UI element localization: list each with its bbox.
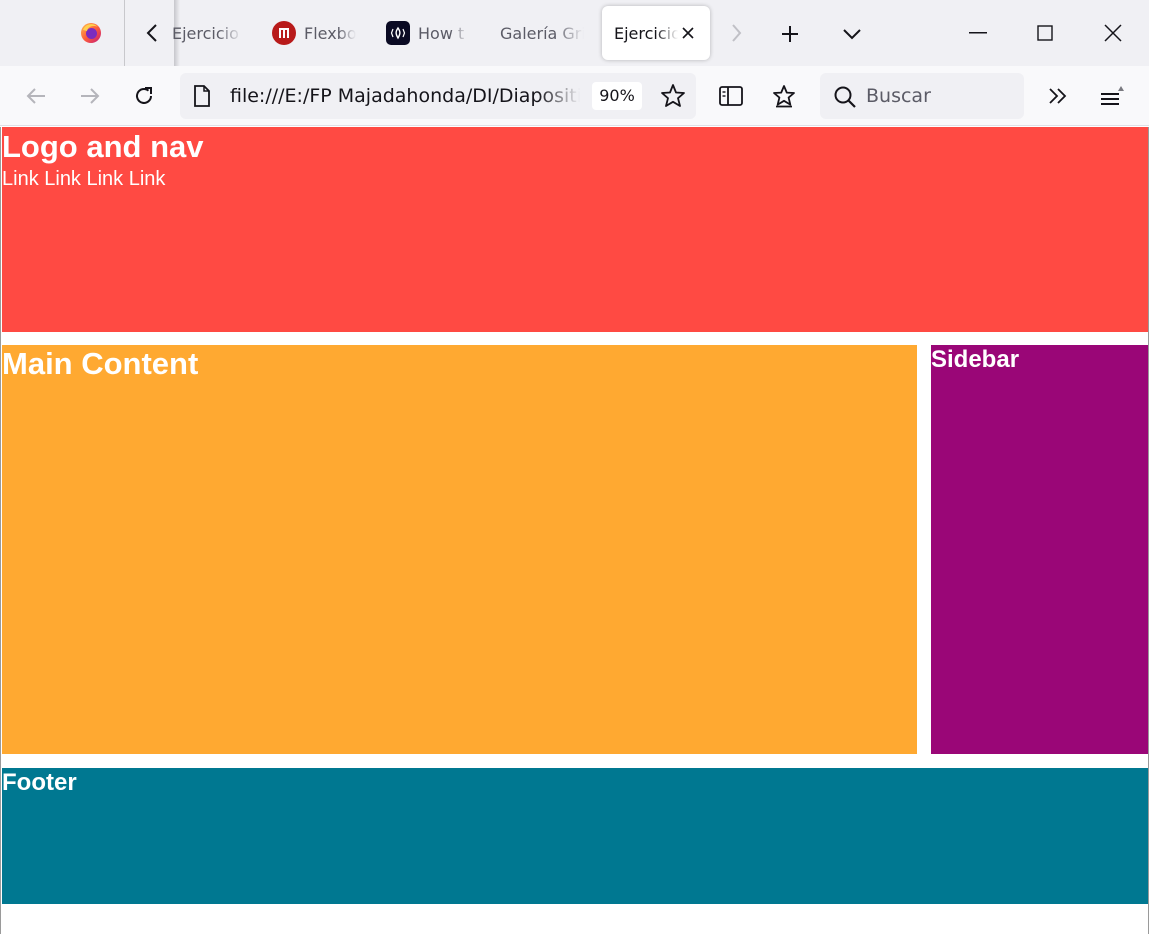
tab-how-to[interactable]: How t [386, 6, 470, 60]
zoom-level-badge[interactable]: 90% [592, 82, 642, 110]
tab-ejercicio-g[interactable]: Ejercicio G [172, 6, 248, 60]
forward-arrow-icon[interactable] [72, 78, 108, 114]
page-document-icon[interactable] [193, 85, 213, 107]
url-bar[interactable]: file:///E:/FP Majadahonda/DI/Diapositiva… [180, 73, 696, 119]
nav-links: Link Link Link Link [2, 168, 166, 190]
tab-label: Galería Gri [500, 23, 584, 43]
reload-icon[interactable] [126, 78, 162, 114]
more-tools-chevrons-icon[interactable] [1040, 78, 1076, 114]
footer-title: Footer [2, 769, 77, 796]
footer-section: Footer [2, 768, 1148, 904]
tab-bar: Ejercicio G Flexbo How t Galería Gri Eje… [0, 0, 1149, 66]
scroll-tabs-left-icon[interactable] [138, 18, 166, 48]
sidebar-title: Sidebar [931, 346, 1020, 373]
hamburger-menu-icon[interactable] [1094, 78, 1130, 114]
tab-ejercicio-active[interactable]: Ejercicio [602, 6, 710, 60]
tab-label: Ejercicio [614, 23, 678, 43]
list-all-tabs-chevron-down-icon[interactable] [834, 17, 870, 51]
new-tab-plus-icon[interactable] [772, 17, 808, 51]
flexbox-site-icon [272, 21, 296, 45]
minimize-window-icon[interactable] [955, 16, 1001, 50]
header-section: Logo and nav Link Link Link Link [2, 127, 1148, 332]
bookmarks-menu-icon[interactable] [766, 78, 802, 114]
tab-label: Flexbo [304, 23, 356, 43]
url-text[interactable]: file:///E:/FP Majadahonda/DI/Diapositiva… [230, 73, 580, 119]
search-placeholder: Buscar [866, 85, 931, 107]
close-window-icon[interactable] [1090, 16, 1136, 50]
search-icon [833, 85, 857, 109]
freecodecamp-icon [386, 21, 410, 45]
main-content-section: Main Content [2, 345, 917, 754]
tab-flexbox[interactable]: Flexbo [272, 6, 358, 60]
page-viewport: Logo and nav Link Link Link Link Main Co… [0, 127, 1149, 934]
tab-separator [124, 0, 125, 66]
sidebar-section: Sidebar [931, 345, 1148, 754]
bookmark-star-icon[interactable] [660, 83, 686, 109]
back-arrow-icon[interactable] [18, 78, 54, 114]
main-content-title: Main Content [2, 346, 199, 381]
tab-label: Ejercicio G [172, 23, 242, 43]
tab-galeria-grid[interactable]: Galería Gri [500, 6, 584, 60]
close-tab-icon[interactable] [678, 23, 698, 43]
navigation-toolbar: file:///E:/FP Majadahonda/DI/Diapositiva… [0, 66, 1149, 126]
reader-sidebar-icon[interactable] [713, 78, 749, 114]
header-title: Logo and nav [2, 129, 204, 164]
tab-label: How t [418, 23, 465, 43]
firefox-menu-icon[interactable] [66, 9, 116, 57]
maximize-window-icon[interactable] [1022, 16, 1068, 50]
search-box[interactable]: Buscar [820, 73, 1024, 119]
scroll-tabs-right-icon[interactable] [724, 18, 748, 48]
